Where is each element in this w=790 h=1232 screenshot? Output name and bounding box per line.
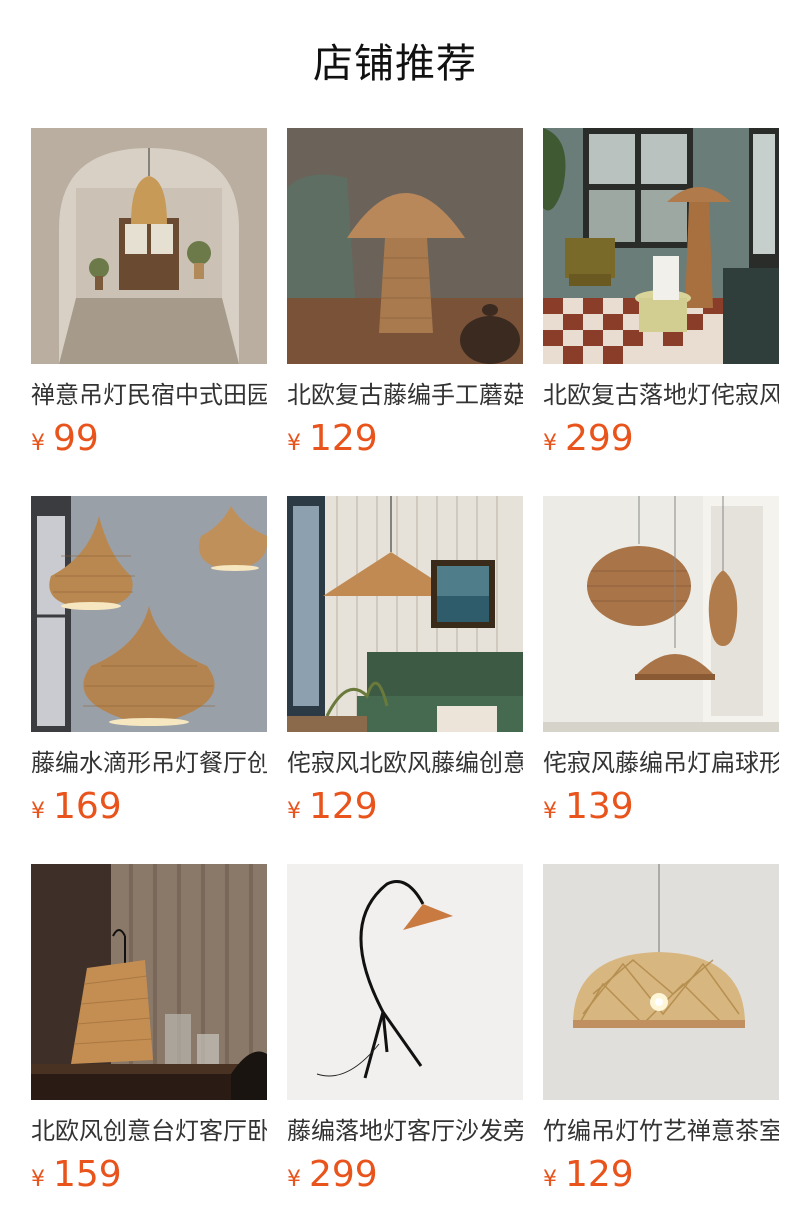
product-price: 129 bbox=[309, 786, 378, 827]
currency-symbol: ¥ bbox=[31, 799, 45, 824]
product-price-row: ¥99 bbox=[31, 416, 267, 462]
product-name[interactable]: 藤编水滴形吊灯餐厅创意 bbox=[31, 746, 267, 780]
product-card[interactable]: 北欧复古落地灯侘寂风客厅 ¥299 bbox=[543, 128, 779, 496]
product-price-row: ¥129 bbox=[287, 784, 523, 830]
product-price: 139 bbox=[565, 786, 634, 827]
product-card[interactable]: 藤编水滴形吊灯餐厅创意 ¥169 bbox=[31, 496, 267, 864]
product-price: 299 bbox=[309, 1154, 378, 1195]
product-price-row: ¥129 bbox=[543, 1152, 779, 1198]
product-price-row: ¥159 bbox=[31, 1152, 267, 1198]
currency-symbol: ¥ bbox=[543, 799, 557, 824]
product-name[interactable]: 藤编落地灯客厅沙发旁 bbox=[287, 1114, 523, 1148]
product-name[interactable]: 北欧风创意台灯客厅卧室 bbox=[31, 1114, 267, 1148]
product-card[interactable]: 北欧风创意台灯客厅卧室 ¥159 bbox=[31, 864, 267, 1232]
currency-symbol: ¥ bbox=[287, 799, 301, 824]
product-card[interactable]: 禅意吊灯民宿中式田园藤编 ¥99 bbox=[31, 128, 267, 496]
product-image-rattan-pendant-arch-room[interactable] bbox=[31, 128, 267, 364]
product-image-rattan-floor-lamp-checker-floor[interactable] bbox=[543, 128, 779, 364]
currency-symbol: ¥ bbox=[31, 1167, 45, 1192]
product-image-bamboo-dome-pendant[interactable] bbox=[543, 864, 779, 1100]
product-card[interactable]: 藤编落地灯客厅沙发旁 ¥299 bbox=[287, 864, 523, 1232]
product-price: 99 bbox=[53, 418, 99, 459]
product-image-rattan-tripod-table-lamp[interactable] bbox=[31, 864, 267, 1100]
product-image-arc-floor-lamp-rattan-shade[interactable] bbox=[287, 864, 523, 1100]
section-title: 店铺推荐 bbox=[313, 41, 477, 87]
product-price: 299 bbox=[565, 418, 634, 459]
product-name[interactable]: 北欧复古落地灯侘寂风客厅 bbox=[543, 378, 779, 412]
product-price: 129 bbox=[309, 418, 378, 459]
product-image-rattan-teardrop-pendants[interactable] bbox=[31, 496, 267, 732]
product-card[interactable]: 侘寂风藤编吊灯扁球形 ¥139 bbox=[543, 496, 779, 864]
product-card[interactable]: 侘寂风北欧风藤编创意吊灯 ¥129 bbox=[287, 496, 523, 864]
currency-symbol: ¥ bbox=[31, 431, 45, 456]
product-price-row: ¥299 bbox=[543, 416, 779, 462]
product-image-rattan-mushroom-table-lamp[interactable] bbox=[287, 128, 523, 364]
product-price-row: ¥139 bbox=[543, 784, 779, 830]
product-card[interactable]: 竹编吊灯竹艺禅意茶室 ¥129 bbox=[543, 864, 779, 1232]
product-price: 169 bbox=[53, 786, 122, 827]
product-image-rattan-cone-pendant-green-sofa[interactable] bbox=[287, 496, 523, 732]
product-image-rattan-globe-pendants[interactable] bbox=[543, 496, 779, 732]
currency-symbol: ¥ bbox=[287, 431, 301, 456]
product-grid: 禅意吊灯民宿中式田园藤编 ¥99 bbox=[31, 128, 790, 1232]
currency-symbol: ¥ bbox=[543, 1167, 557, 1192]
product-price-row: ¥299 bbox=[287, 1152, 523, 1198]
currency-symbol: ¥ bbox=[287, 1167, 301, 1192]
currency-symbol: ¥ bbox=[543, 431, 557, 456]
store-recommendations-page: 店铺推荐 禅意吊灯民宿中式田园 ¥ 99 北欧复古藤编手工蘑菇 ¥ 129 北欧… bbox=[0, 0, 790, 1232]
product-name[interactable]: 侘寂风北欧风藤编创意吊灯 bbox=[287, 746, 523, 780]
product-price: 129 bbox=[565, 1154, 634, 1195]
product-name[interactable]: 侘寂风藤编吊灯扁球形 bbox=[543, 746, 779, 780]
product-price-row: ¥169 bbox=[31, 784, 267, 830]
product-price-row: ¥129 bbox=[287, 416, 523, 462]
product-card[interactable]: 北欧复古藤编手工蘑菇台灯 ¥129 bbox=[287, 128, 523, 496]
product-name[interactable]: 北欧复古藤编手工蘑菇台灯 bbox=[287, 378, 523, 412]
product-name[interactable]: 竹编吊灯竹艺禅意茶室 bbox=[543, 1114, 779, 1148]
product-name[interactable]: 禅意吊灯民宿中式田园藤编 bbox=[31, 378, 267, 412]
product-price: 159 bbox=[53, 1154, 122, 1195]
